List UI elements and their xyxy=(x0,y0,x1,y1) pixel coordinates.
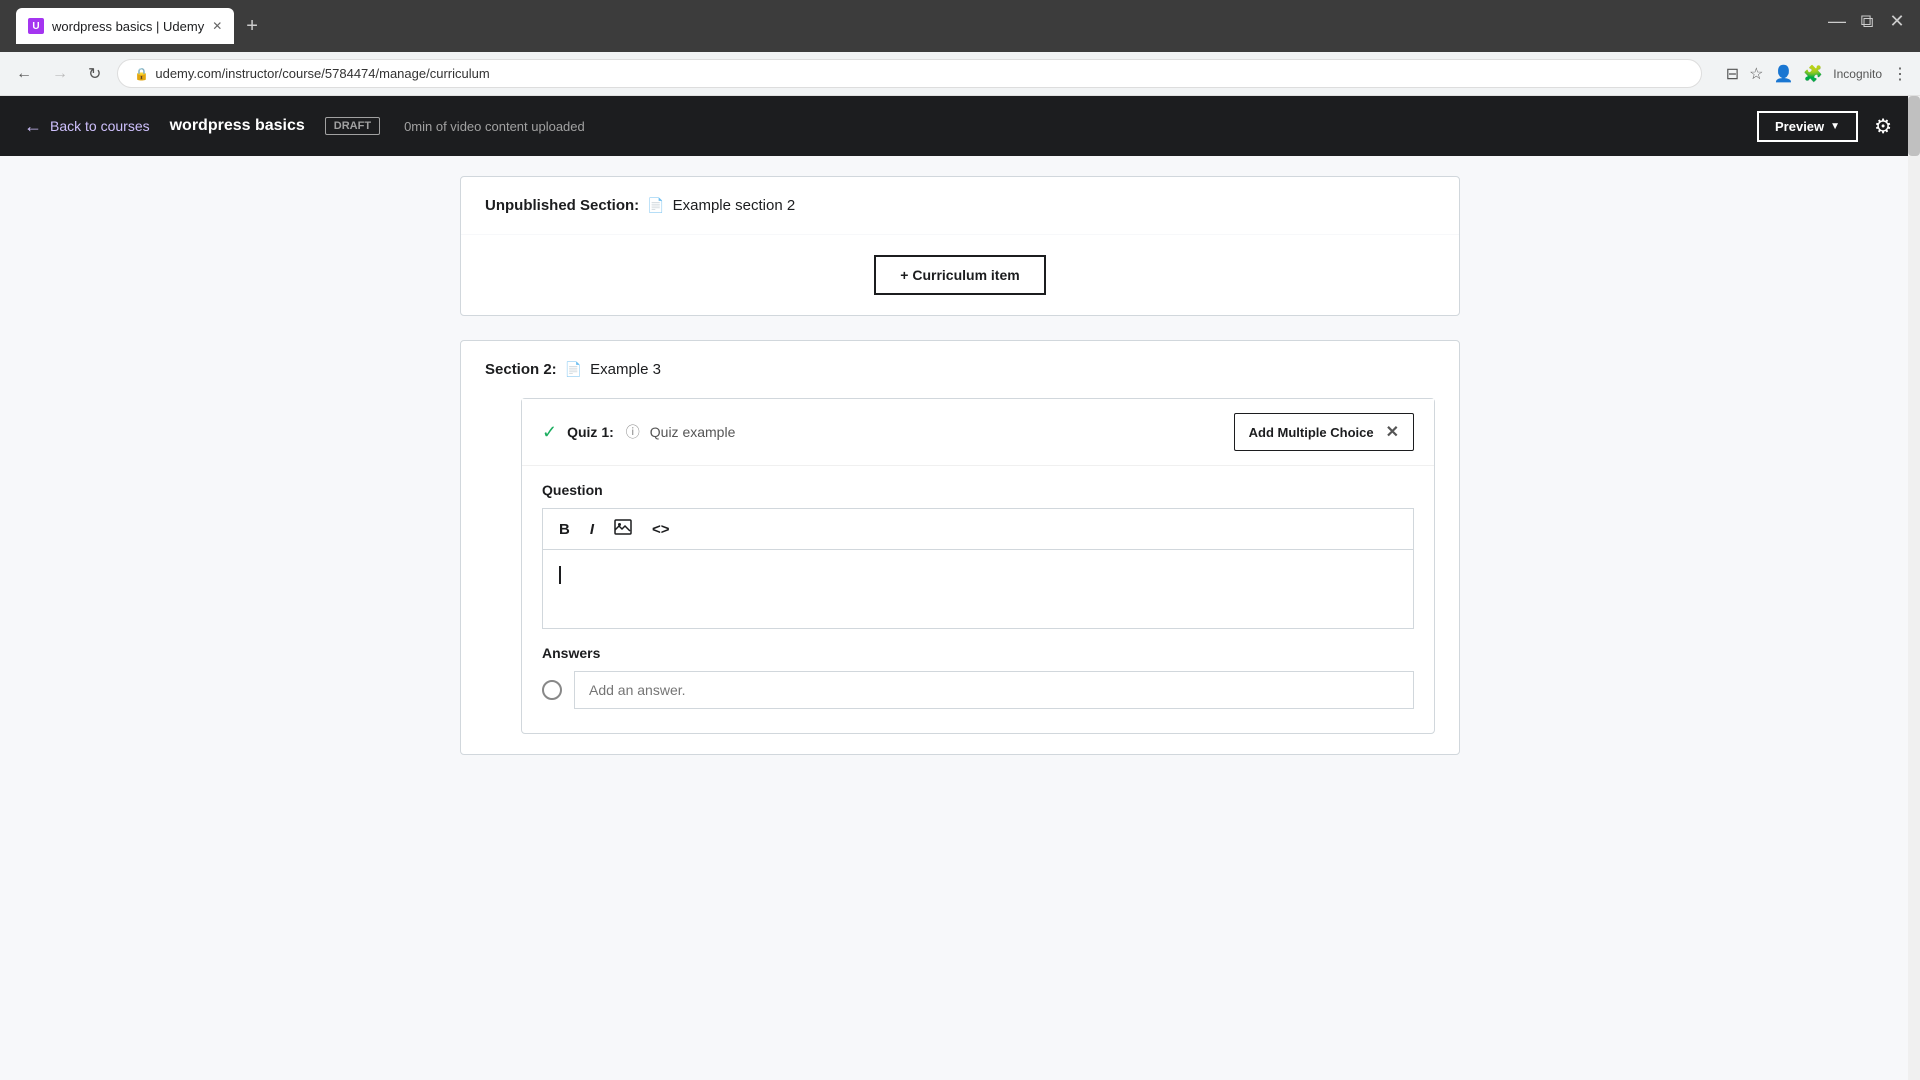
video-info: 0min of video content uploaded xyxy=(404,119,585,134)
active-tab[interactable]: U wordpress basics | Udemy ✕ xyxy=(16,8,234,44)
unpublished-label: Unpublished Section: xyxy=(485,197,639,214)
url-text: udemy.com/instructor/course/5784474/mana… xyxy=(155,66,489,81)
italic-btn[interactable]: I xyxy=(586,519,598,540)
preview-btn[interactable]: Preview ▼ xyxy=(1757,111,1858,142)
quiz-info-icon: ⓘ xyxy=(626,422,640,442)
back-btn[interactable]: ← xyxy=(12,61,36,87)
header-actions: Preview ▼ ⚙ xyxy=(1757,110,1896,143)
editor-toolbar: B I <> xyxy=(542,508,1414,549)
section2-name: Example 3 xyxy=(590,361,661,378)
main-content: Unpublished Section: 📄 Example section 2… xyxy=(460,156,1460,799)
cast-icon[interactable]: ⊟ xyxy=(1726,64,1739,84)
section2-label: Section 2: xyxy=(485,361,557,378)
browser-chrome: U wordpress basics | Udemy ✕ + — ⧉ ✕ xyxy=(0,0,1920,52)
image-icon xyxy=(614,519,632,535)
answer-input[interactable] xyxy=(574,671,1414,709)
browser-toolbar-icons: ⊟ ☆ 👤 🧩 Incognito ⋮ xyxy=(1726,64,1908,84)
unpublished-section-body: + Curriculum item xyxy=(461,235,1459,315)
question-label: Question xyxy=(542,482,1414,498)
quiz-item: ✓ Quiz 1: ⓘ Quiz example Add Multiple Ch… xyxy=(521,398,1435,734)
curriculum-item-btn[interactable]: + Curriculum item xyxy=(874,255,1045,295)
tab-favicon: U xyxy=(28,18,44,34)
browser-tabs: U wordpress basics | Udemy ✕ + xyxy=(16,8,1904,44)
address-bar-row: ← → ↻ 🔒 udemy.com/instructor/course/5784… xyxy=(0,52,1920,96)
close-btn[interactable]: ✕ xyxy=(1890,14,1904,28)
refresh-btn[interactable]: ↻ xyxy=(84,60,105,88)
quiz-example: Quiz example xyxy=(650,424,736,440)
add-multiple-choice-btn[interactable]: Add Multiple Choice ✕ xyxy=(1234,413,1414,451)
bookmark-icon[interactable]: ☆ xyxy=(1749,64,1763,84)
app-header: ← Back to courses wordpress basics DRAFT… xyxy=(0,96,1920,156)
restore-btn[interactable]: ⧉ xyxy=(1860,14,1874,28)
editor-cursor xyxy=(559,566,561,584)
unpublished-section-header: Unpublished Section: 📄 Example section 2 xyxy=(461,177,1459,235)
new-tab-btn[interactable]: + xyxy=(238,15,266,38)
lock-icon: 🔒 xyxy=(134,67,149,81)
close-quiz-icon[interactable]: ✕ xyxy=(1386,422,1399,442)
scrollbar-thumb[interactable] xyxy=(1908,96,1920,156)
quiz-item-header: ✓ Quiz 1: ⓘ Quiz example Add Multiple Ch… xyxy=(522,399,1434,465)
course-title: wordpress basics xyxy=(170,117,305,135)
tab-close-btn[interactable]: ✕ xyxy=(212,19,222,33)
scrollbar-track xyxy=(1908,96,1920,1080)
code-btn[interactable]: <> xyxy=(648,519,674,540)
unpublished-section-name: Example section 2 xyxy=(673,197,796,214)
section2-doc-icon: 📄 xyxy=(565,361,582,378)
section2-card: Section 2: 📄 Example 3 ✓ Quiz 1: ⓘ Quiz … xyxy=(460,340,1460,755)
back-to-courses-label: Back to courses xyxy=(50,118,150,134)
settings-btn[interactable]: ⚙ xyxy=(1870,110,1896,143)
question-editor-body[interactable] xyxy=(542,549,1414,629)
forward-btn[interactable]: → xyxy=(48,61,72,87)
answer-row xyxy=(542,671,1414,709)
minimize-btn[interactable]: — xyxy=(1830,14,1844,28)
quiz-check-icon: ✓ xyxy=(542,422,557,443)
draft-badge: DRAFT xyxy=(325,117,380,135)
incognito-label: Incognito xyxy=(1833,67,1882,81)
profile-icon[interactable]: 👤 xyxy=(1773,64,1793,84)
quiz-title: Quiz 1: xyxy=(567,424,614,440)
address-bar[interactable]: 🔒 udemy.com/instructor/course/5784474/ma… xyxy=(117,59,1701,88)
extensions-icon[interactable]: 🧩 xyxy=(1803,64,1823,84)
question-area: Question B I xyxy=(522,465,1434,733)
main-scroll-area[interactable]: Unpublished Section: 📄 Example section 2… xyxy=(0,156,1920,1080)
tab-title: wordpress basics | Udemy xyxy=(52,19,204,34)
menu-icon[interactable]: ⋮ xyxy=(1892,64,1908,84)
answers-label: Answers xyxy=(542,645,1414,661)
preview-arrow-icon: ▼ xyxy=(1830,121,1840,132)
image-btn[interactable] xyxy=(610,517,636,541)
unpublished-section-card: Unpublished Section: 📄 Example section 2… xyxy=(460,176,1460,316)
back-to-courses-link[interactable]: ← Back to courses xyxy=(24,116,150,137)
back-arrow-icon: ← xyxy=(24,116,42,137)
section-doc-icon: 📄 xyxy=(647,197,664,214)
bold-btn[interactable]: B xyxy=(555,519,574,540)
answer-radio-btn[interactable] xyxy=(542,680,562,700)
section2-header: Section 2: 📄 Example 3 xyxy=(461,341,1459,398)
